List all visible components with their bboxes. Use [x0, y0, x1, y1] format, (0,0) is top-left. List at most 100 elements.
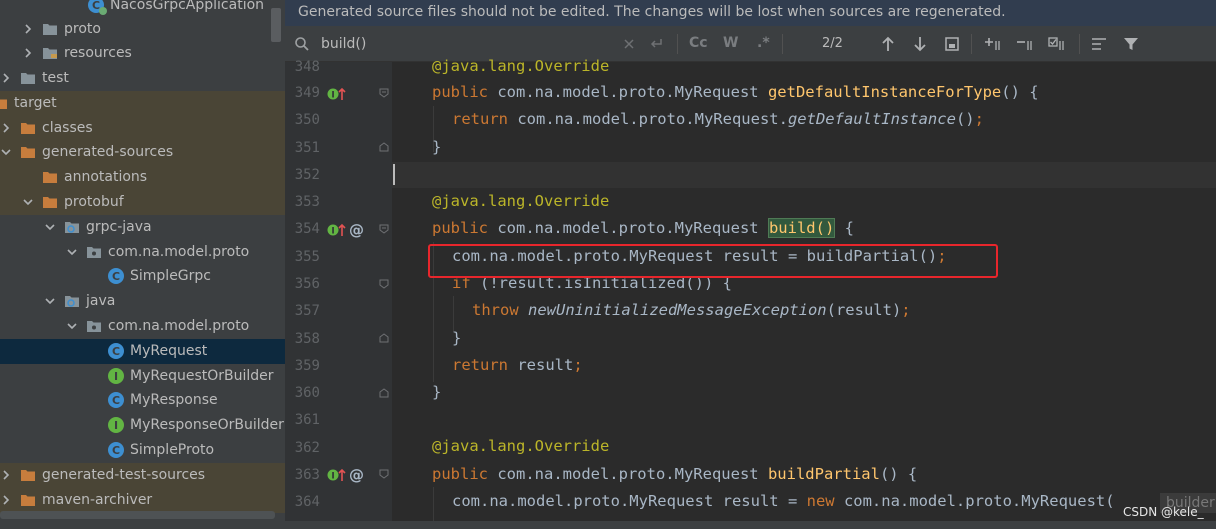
code-line-362[interactable]: @java.lang.Override [432, 437, 609, 455]
new-line-icon[interactable] [647, 35, 665, 53]
tree-item-protobuf[interactable]: protobuf [0, 190, 285, 215]
folder-orange-icon [0, 95, 8, 111]
tree-item-maven-archiver[interactable]: maven-archiver [0, 488, 285, 513]
tree-item-annotations[interactable]: annotations [0, 165, 285, 190]
text-caret [393, 164, 395, 185]
arrow-up-icon[interactable] [879, 35, 897, 53]
tree-item-my-response[interactable]: C MyResponse [0, 388, 285, 413]
chevron-right-icon[interactable] [0, 494, 12, 506]
interface-icon: I [108, 368, 124, 385]
code-line-363[interactable]: public com.na.model.proto.MyRequest buil… [432, 465, 917, 483]
code-line-364[interactable]: com.na.model.proto.MyRequest result = ne… [452, 492, 1115, 510]
fold-open-icon[interactable] [379, 224, 389, 234]
tree-item-generated-test-sources[interactable]: generated-test-sources [0, 463, 285, 488]
tree-item-package[interactable]: com.na.model.proto [0, 314, 285, 339]
tree-item-simple-proto[interactable]: C SimpleProto [0, 438, 285, 463]
line-number: 350 [294, 112, 320, 128]
tree-item-nacos-grpc-application[interactable]: C NacosGrpcApplication [0, 0, 285, 18]
fold-open-icon[interactable] [379, 279, 389, 289]
line-number: 355 [294, 249, 320, 265]
chevron-right-icon[interactable] [0, 72, 12, 84]
chevron-down-icon[interactable] [66, 320, 78, 332]
code-line-360[interactable]: } [432, 383, 441, 401]
chevron-down-icon[interactable] [22, 196, 34, 208]
tree-item-label: classes [42, 120, 93, 137]
fold-close-icon[interactable] [379, 142, 389, 152]
code-line-359[interactable]: return result; [452, 356, 583, 374]
tree-item-label: maven-archiver [42, 492, 153, 509]
tree-item-label: SimpleProto [130, 442, 215, 459]
code-line-351[interactable]: } [432, 138, 441, 156]
search-match-highlight: build() [767, 218, 836, 238]
chevron-right-icon[interactable] [0, 469, 12, 481]
match-case-button[interactable]: Cc [689, 35, 708, 51]
tree-item-my-response-or-builder[interactable]: I MyResponseOrBuilder [0, 413, 285, 438]
tree-item-generated-sources[interactable]: generated-sources [0, 140, 285, 165]
class-icon: C [108, 442, 124, 459]
source-root-icon [64, 219, 80, 235]
tree-item-resources[interactable]: resources [0, 41, 285, 66]
filter-lines-icon[interactable] [1089, 35, 1109, 53]
tree-item-test[interactable]: test [0, 66, 285, 91]
remove-occurrence-icon[interactable] [1015, 35, 1037, 53]
tree-horizontal-scrollbar[interactable] [0, 511, 275, 519]
chevron-right-icon[interactable] [0, 122, 12, 134]
tree-item-grpc-java[interactable]: grpc-java [0, 215, 285, 240]
line-number: 352 [294, 167, 320, 183]
tree-item-label: test [42, 70, 69, 87]
code-line-358[interactable]: } [452, 329, 461, 347]
chevron-down-icon[interactable] [0, 146, 12, 158]
select-all-occurrences-icon[interactable] [943, 35, 961, 53]
tree-item-proto[interactable]: proto [0, 17, 285, 42]
code-line-354[interactable]: public com.na.model.proto.MyRequest buil… [432, 218, 854, 238]
code-line-357[interactable]: throw newUninitializedMessageException(r… [472, 301, 911, 319]
tree-item-simple-grpc[interactable]: C SimpleGrpc [0, 264, 285, 289]
code-line-348[interactable]: @java.lang.Override [432, 57, 609, 75]
folder-orange-icon [20, 144, 36, 160]
tree-item-target[interactable]: target [0, 91, 285, 116]
fold-open-icon[interactable] [379, 88, 389, 98]
code-line-349[interactable]: public com.na.model.proto.MyRequest getD… [432, 83, 1039, 101]
chevron-right-icon[interactable] [22, 23, 34, 35]
chevron-right-icon[interactable] [22, 47, 34, 59]
filter-icon[interactable] [1121, 35, 1141, 53]
line-number: 358 [294, 331, 320, 347]
tree-item-label: MyResponseOrBuilder [130, 417, 284, 434]
line-number: 360 [294, 385, 320, 401]
search-input[interactable] [321, 34, 601, 54]
bottom-scrollbar-track [0, 521, 1216, 529]
search-icon[interactable] [293, 35, 311, 53]
project-tree: C NacosGrpcApplication proto resources t… [0, 0, 285, 521]
tree-item-label: generated-sources [42, 144, 174, 161]
fold-close-icon[interactable] [379, 388, 389, 398]
regex-button[interactable]: .* [757, 35, 770, 51]
tree-item-label: com.na.model.proto [108, 318, 250, 335]
code-line-353[interactable]: @java.lang.Override [432, 192, 609, 210]
code-line-350[interactable]: return com.na.model.proto.MyRequest.getD… [452, 110, 984, 128]
chevron-down-icon[interactable] [66, 246, 78, 258]
tree-item-my-request-or-builder[interactable]: I MyRequestOrBuilder [0, 364, 285, 389]
implements-override-marker[interactable]: I [327, 222, 349, 238]
select-all-checkbox-icon[interactable] [1047, 35, 1069, 53]
whole-words-button[interactable]: W [723, 35, 738, 51]
clear-icon[interactable] [621, 35, 637, 53]
at-annotation-icon[interactable]: @ [349, 466, 364, 484]
match-count: 2/2 [822, 36, 843, 51]
arrow-down-icon[interactable] [911, 35, 929, 53]
add-occurrence-icon[interactable] [983, 35, 1005, 53]
svg-text:I: I [331, 227, 334, 237]
chevron-down-icon[interactable] [44, 295, 56, 307]
fold-close-icon[interactable] [379, 333, 389, 343]
tree-item-java[interactable]: java [0, 289, 285, 314]
tree-item-classes[interactable]: classes [0, 116, 285, 141]
fold-open-icon[interactable] [379, 469, 389, 479]
tree-item-package[interactable]: com.na.model.proto [0, 240, 285, 265]
tree-vertical-scrollbar[interactable] [271, 8, 281, 42]
implements-override-marker[interactable]: I [327, 467, 349, 483]
folder-orange-icon [20, 467, 36, 483]
implements-override-marker[interactable]: I [327, 86, 349, 102]
chevron-down-icon[interactable] [44, 221, 56, 233]
at-annotation-icon[interactable]: @ [349, 221, 364, 239]
generated-source-banner: Generated source files should not be edi… [285, 0, 1216, 26]
tree-item-my-request[interactable]: C MyRequest [0, 339, 285, 364]
